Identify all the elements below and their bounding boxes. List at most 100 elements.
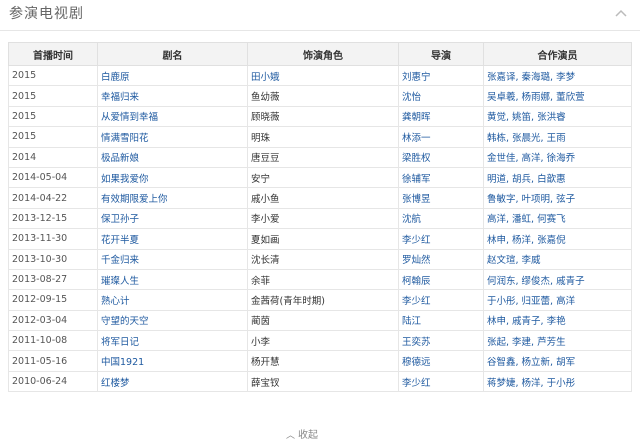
cell-role: 唐豆豆 [247, 146, 399, 168]
cell-title-link[interactable]: 极品新娘 [97, 146, 248, 168]
cell-director-link[interactable]: 沈怡 [398, 85, 484, 107]
table-row: 2013-12-15 保卫孙子 李小爱 沈航 高洋, 潘虹, 何赛飞 [8, 207, 632, 230]
cell-cast[interactable]: 赵文瑄, 李威 [483, 248, 632, 270]
table-row: 2015 情满雪阳花 明珠 林添一 韩栋, 张晨光, 王雨 [8, 126, 632, 148]
cell-cast[interactable]: 张嘉译, 秦海璐, 李梦 [483, 64, 632, 87]
cell-title-link[interactable]: 熟心计 [97, 289, 248, 311]
cell-role: 顾晓薇 [247, 105, 399, 128]
cell-air-date: 2013-10-30 [8, 248, 98, 270]
cell-director-link[interactable]: 龚朝晖 [398, 105, 484, 128]
cell-cast[interactable]: 蒋梦婕, 杨洋, 于小彤 [483, 370, 632, 393]
table-row: 2014-05-04 如果我爱你 安宁 徐辅军 明道, 胡兵, 白歆惠 [8, 166, 632, 189]
cell-title-link[interactable]: 保卫孙子 [97, 207, 248, 230]
cell-air-date: 2010-06-24 [8, 370, 98, 393]
cell-air-date: 2014-04-22 [8, 187, 98, 209]
cell-cast[interactable]: 鲁敏字, 叶项明, 弦子 [483, 187, 632, 209]
cell-cast[interactable]: 黄觉, 姚笛, 张洪睿 [483, 105, 632, 128]
cell-role: 沈长清 [247, 248, 399, 270]
cell-cast[interactable]: 谷智鑫, 杨立新, 胡军 [483, 350, 632, 372]
cell-air-date: 2014 [8, 146, 98, 168]
cell-cast[interactable]: 于小彤, 归亚蕾, 高洋 [483, 289, 632, 311]
cell-title-link[interactable]: 守望的天空 [97, 309, 248, 332]
cell-role: 余菲 [247, 268, 399, 291]
cell-cast[interactable]: 金世佳, 高洋, 徐海乔 [483, 146, 632, 168]
table-row: 2015 从爱情到幸福 顾晓薇 龚朝晖 黄觉, 姚笛, 张洪睿 [8, 105, 632, 128]
cell-title-link[interactable]: 千金归来 [97, 248, 248, 270]
cell-director-link[interactable]: 穆德远 [398, 350, 484, 372]
cell-cast[interactable]: 韩栋, 张晨光, 王雨 [483, 126, 632, 148]
cell-director-link[interactable]: 林添一 [398, 126, 484, 148]
tv-drama-table: 首播时间 剧名 饰演角色 导演 合作演员 2015 白鹿原 田小娥 刘惠宁 张嘉译, 秦… [8, 42, 632, 393]
cell-director-link[interactable]: 李少红 [398, 370, 484, 393]
cell-director-link[interactable]: 陆江 [398, 309, 484, 332]
cell-air-date: 2011-05-16 [8, 350, 98, 372]
cell-cast[interactable]: 张起, 李建, 芦芳生 [483, 330, 632, 352]
collapse-label: 收起 [298, 430, 319, 441]
cell-director-link[interactable]: 沈航 [398, 207, 484, 230]
table-row: 2015 白鹿原 田小娥 刘惠宁 张嘉译, 秦海璐, 李梦 [8, 64, 632, 87]
cell-air-date: 2014-05-04 [8, 166, 98, 189]
cell-role: 安宁 [247, 166, 399, 189]
cell-title-link[interactable]: 璀璨人生 [97, 268, 248, 291]
cell-cast[interactable]: 林申, 杨洋, 张嘉倪 [483, 228, 632, 250]
cell-director-link[interactable]: 梁胜权 [398, 146, 484, 168]
cell-air-date: 2012-03-04 [8, 309, 98, 332]
cell-role: 蔺茵 [247, 309, 399, 332]
cell-cast[interactable]: 明道, 胡兵, 白歆惠 [483, 166, 632, 189]
cell-air-date: 2013-11-30 [8, 228, 98, 250]
table-row: 2011-10-08 将军日记 小李 王奕苏 张起, 李建, 芦芳生 [8, 330, 632, 352]
table-row: 2013-08-27 璀璨人生 余菲 柯翰辰 何润东, 缪俊杰, 戚青子 [8, 268, 632, 291]
cell-role: 明珠 [247, 126, 399, 148]
header-director: 导演 [398, 42, 484, 66]
chevron-up-icon[interactable] [614, 8, 628, 18]
table-header-row: 首播时间 剧名 饰演角色 导演 合作演员 [8, 42, 632, 66]
cell-title-link[interactable]: 白鹿原 [97, 64, 248, 87]
cell-role: 戚小鱼 [247, 187, 399, 209]
cell-air-date: 2015 [8, 126, 98, 148]
cell-title-link[interactable]: 如果我爱你 [97, 166, 248, 189]
cell-air-date: 2011-10-08 [8, 330, 98, 352]
table-row: 2014-04-22 有效期限爱上你 戚小鱼 张博昱 鲁敏字, 叶项明, 弦子 [8, 187, 632, 209]
cell-director-link[interactable]: 李少红 [398, 228, 484, 250]
cell-air-date: 2012-09-15 [8, 289, 98, 311]
cell-title-link[interactable]: 花开半夏 [97, 228, 248, 250]
cell-title-link[interactable]: 红楼梦 [97, 370, 248, 393]
cell-title-link[interactable]: 从爱情到幸福 [97, 105, 248, 128]
cell-cast[interactable]: 高洋, 潘虹, 何赛飞 [483, 207, 632, 230]
cell-director-link[interactable]: 王奕苏 [398, 330, 484, 352]
section-title: 参演电视剧 [9, 6, 84, 22]
header-air-date: 首播时间 [8, 42, 98, 66]
cell-title-link[interactable]: 情满雪阳花 [97, 126, 248, 148]
cell-role[interactable]: 田小娥 [247, 64, 399, 87]
cell-director-link[interactable]: 罗灿然 [398, 248, 484, 270]
table-row: 2013-10-30 千金归来 沈长清 罗灿然 赵文瑄, 李威 [8, 248, 632, 270]
tv-drama-table-wrap: 首播时间 剧名 饰演角色 导演 合作演员 2015 白鹿原 田小娥 刘惠宁 张嘉译, 秦… [8, 42, 632, 393]
cell-director-link[interactable]: 李少红 [398, 289, 484, 311]
table-row: 2011-05-16 中国1921 杨开慧 穆德远 谷智鑫, 杨立新, 胡军 [8, 350, 632, 372]
cell-role: 鱼幼薇 [247, 85, 399, 107]
cell-role: 李小爱 [247, 207, 399, 230]
header-cast: 合作演员 [483, 42, 632, 66]
chevron-up-small-icon: ︿ [286, 431, 296, 441]
section-header: 参演电视剧 [0, 0, 640, 31]
cell-air-date: 2015 [8, 85, 98, 107]
cell-air-date: 2013-12-15 [8, 207, 98, 230]
cell-title-link[interactable]: 幸福归来 [97, 85, 248, 107]
cell-role: 薛宝钗 [247, 370, 399, 393]
cell-director-link[interactable]: 张博昱 [398, 187, 484, 209]
cell-air-date: 2015 [8, 105, 98, 128]
table-row: 2015 幸福归来 鱼幼薇 沈怡 吴卓羲, 杨雨娜, 董欣萱 [8, 85, 632, 107]
cell-title-link[interactable]: 将军日记 [97, 330, 248, 352]
cell-role: 金茜荷(青年时期) [247, 289, 399, 311]
cell-director-link[interactable]: 刘惠宁 [398, 64, 484, 87]
cell-cast[interactable]: 吴卓羲, 杨雨娜, 董欣萱 [483, 85, 632, 107]
cell-title-link[interactable]: 中国1921 [97, 350, 248, 372]
cell-cast[interactable]: 林申, 戚青子, 李艳 [483, 309, 632, 332]
cell-role: 夏如画 [247, 228, 399, 250]
cell-director-link[interactable]: 徐辅军 [398, 166, 484, 189]
cell-cast[interactable]: 何润东, 缪俊杰, 戚青子 [483, 268, 632, 291]
cell-title-link[interactable]: 有效期限爱上你 [97, 187, 248, 209]
cell-director-link[interactable]: 柯翰辰 [398, 268, 484, 291]
cell-role: 杨开慧 [247, 350, 399, 372]
table-row: 2012-09-15 熟心计 金茜荷(青年时期) 李少红 于小彤, 归亚蕾, 高洋 [8, 289, 632, 311]
